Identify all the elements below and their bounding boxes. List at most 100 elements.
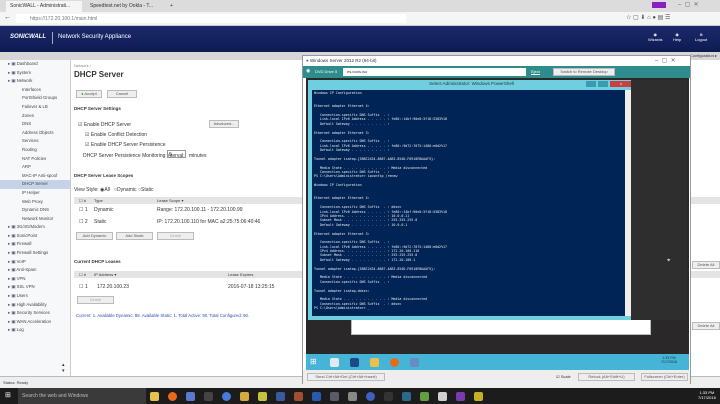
accept-button[interactable]: ● Accept: [76, 90, 102, 98]
app-icon[interactable]: [402, 392, 411, 401]
sidebar-item[interactable]: PortShield Groups: [0, 94, 70, 103]
app-icon[interactable]: [294, 392, 303, 401]
window-controls[interactable]: – ▢ ✕: [678, 1, 699, 8]
view-all-radio[interactable]: ◉All: [100, 187, 110, 193]
taskbar-apps[interactable]: [150, 392, 670, 401]
sidebar-item[interactable]: ▸ ▣ WAN Acceleration: [0, 318, 70, 327]
enable-dhcp-checkbox[interactable]: ☑ Enable DHCP Server: [78, 122, 131, 128]
sidebar-scroll[interactable]: ▴ ▾: [62, 362, 65, 374]
sidebar-item[interactable]: ▸ ▣ SSL VPN: [0, 283, 70, 292]
breadcrumb[interactable]: Network /: [74, 63, 91, 68]
app-icon[interactable]: [330, 392, 339, 401]
persistence-checkbox[interactable]: ☑ Enable DHCP Server Persistence: [85, 142, 166, 148]
url-input[interactable]: https://172.20.100.1/main.html: [16, 14, 406, 23]
sidebar-item[interactable]: ▸ ▣ Dashboard: [0, 60, 70, 69]
add-dynamic-button[interactable]: Add Dynamic: [76, 232, 113, 240]
help-button[interactable]: ◉ Help: [673, 32, 681, 42]
sidebar-item[interactable]: Failover & LB: [0, 103, 70, 112]
sidebar-item[interactable]: ▸ ▣ SonicPoint: [0, 232, 70, 241]
sidebar-item[interactable]: ▸ ▣ VoIP: [0, 258, 70, 267]
tab-sonicwall[interactable]: SonicWALL - Administrati...: [6, 1, 82, 12]
logout-button[interactable]: ⊗ Logout: [695, 32, 707, 42]
sidebar-item[interactable]: ▸ ▣ Anti-Spam: [0, 266, 70, 275]
sidebar-item[interactable]: ▸ ▣ Firewall Settings: [0, 249, 70, 258]
configuration-mode[interactable]: Configuration ▸: [690, 53, 717, 58]
sidebar-item[interactable]: ▸ ▣ High Availability: [0, 301, 70, 310]
back-icon[interactable]: ←: [4, 14, 11, 21]
app-icon[interactable]: [186, 392, 195, 401]
col-ip[interactable]: IP Address ▾: [94, 272, 116, 277]
file-explorer-icon[interactable]: [150, 392, 159, 401]
app-icon[interactable]: [258, 392, 267, 401]
search-box[interactable]: Search the web and Windows: [18, 388, 146, 404]
sidebar-item[interactable]: ▸ ▣ 3G/4G/Modem: [0, 223, 70, 232]
scale-checkbox[interactable]: ☑ Scale: [556, 374, 571, 379]
advanced-button[interactable]: Advanced...: [209, 120, 239, 128]
sidebar-item[interactable]: ▸ ▣ VPN: [0, 275, 70, 284]
delete-all-leases-button[interactable]: Delete All: [692, 322, 720, 330]
delete-all-scopes-button[interactable]: Delete All: [692, 261, 720, 269]
sidebar-item[interactable]: Zones: [0, 112, 70, 121]
sidebar-item[interactable]: NAT Policies: [0, 155, 70, 164]
firefox-icon[interactable]: [390, 358, 399, 367]
vm-clock[interactable]: 1:33 PM 7/17/2016: [661, 356, 677, 364]
sidebar-item[interactable]: IP Helper: [0, 189, 70, 198]
server-manager-icon[interactable]: [330, 358, 339, 367]
close-button[interactable]: x: [610, 81, 632, 87]
interval-input[interactable]: 5: [167, 150, 186, 158]
sidebar-item[interactable]: Address Objects: [0, 129, 70, 138]
sidebar-item[interactable]: Interfaces: [0, 86, 70, 95]
maximize-button[interactable]: [598, 81, 608, 87]
toolbar-icons[interactable]: ☆ ▢ ⬇ ⌂ ● ▤ ☰: [626, 14, 670, 21]
app-icon[interactable]: [222, 392, 231, 401]
search-app-icon[interactable]: [348, 392, 357, 401]
col-type[interactable]: Type: [94, 198, 103, 203]
sidebar-item[interactable]: Network Monitor: [0, 215, 70, 224]
sidebar-item[interactable]: ▸ ▣ Network: [0, 77, 70, 86]
network-icon[interactable]: [410, 358, 419, 367]
sidebar-item[interactable]: Dynamic DNS: [0, 206, 70, 215]
sidebar-item[interactable]: DHCP Server: [0, 180, 70, 189]
visual-studio-icon[interactable]: [456, 392, 465, 401]
vm-start-icon[interactable]: ⊞: [310, 357, 317, 366]
cancel-button[interactable]: Cancel: [107, 90, 137, 98]
windows-start-icon[interactable]: ⊞: [5, 391, 11, 399]
sidebar-item[interactable]: Services: [0, 137, 70, 146]
sidebar-item[interactable]: MAC-IP Anti-spoof: [0, 172, 70, 181]
fullscreen-button[interactable]: Fullscreen (Ctrl+Enter): [641, 373, 688, 381]
delete-lease-button[interactable]: Delete: [77, 296, 114, 304]
app-icon[interactable]: [384, 392, 393, 401]
delete-scope-button[interactable]: Delete: [157, 232, 194, 240]
sidebar-item[interactable]: ▸ ▣ Security Services: [0, 309, 70, 318]
firefox-icon[interactable]: [168, 392, 177, 401]
terminal-icon[interactable]: [204, 392, 213, 401]
app-icon[interactable]: [474, 392, 483, 401]
minimize-button[interactable]: [586, 81, 596, 87]
view-dynamic-radio[interactable]: ○Dynamic: [114, 187, 136, 193]
iso-select[interactable]: es-tools.iso: [343, 68, 526, 76]
app-icon[interactable]: [240, 392, 249, 401]
tab-speedtest[interactable]: Speedtest.net by Ookla - T...: [86, 1, 162, 12]
sidebar-item[interactable]: ▸ ▣ Users: [0, 292, 70, 301]
view-static-radio[interactable]: ○Static: [138, 187, 154, 193]
sidebar-item[interactable]: Routing: [0, 146, 70, 155]
col-expires[interactable]: Lease Expires: [228, 272, 253, 277]
vm-window-controls[interactable]: – ▢ ✕: [655, 57, 676, 64]
sidebar-item[interactable]: ARP: [0, 163, 70, 172]
app-icon[interactable]: [420, 392, 429, 401]
switch-remote-desktop-button[interactable]: Switch to Remote Desktop: [553, 68, 615, 76]
app-icon[interactable]: [312, 392, 321, 401]
word-icon[interactable]: [276, 392, 285, 401]
new-tab-icon[interactable]: +: [166, 1, 176, 12]
sidebar-item[interactable]: DNS: [0, 120, 70, 129]
sidebar-item[interactable]: ▸ ▣ System: [0, 69, 70, 78]
sidebar-item[interactable]: Web Proxy: [0, 198, 70, 207]
app-icon[interactable]: [438, 392, 447, 401]
explorer-icon[interactable]: [370, 358, 379, 367]
sidebar-item[interactable]: ▸ ▣ Firewall: [0, 240, 70, 249]
send-ctrl-alt-del-button[interactable]: Send Ctrl+Alt+Del (Ctrl+Alt+Insert): [307, 373, 385, 381]
sidebar-item[interactable]: ▸ ▣ Log: [0, 326, 70, 335]
eject-link[interactable]: Eject: [531, 69, 540, 74]
relock-button[interactable]: Relock (Alt+Shift+U): [578, 373, 635, 381]
powershell-console[interactable]: Windows IP Configuration Ethernet adapter…: [312, 90, 625, 316]
